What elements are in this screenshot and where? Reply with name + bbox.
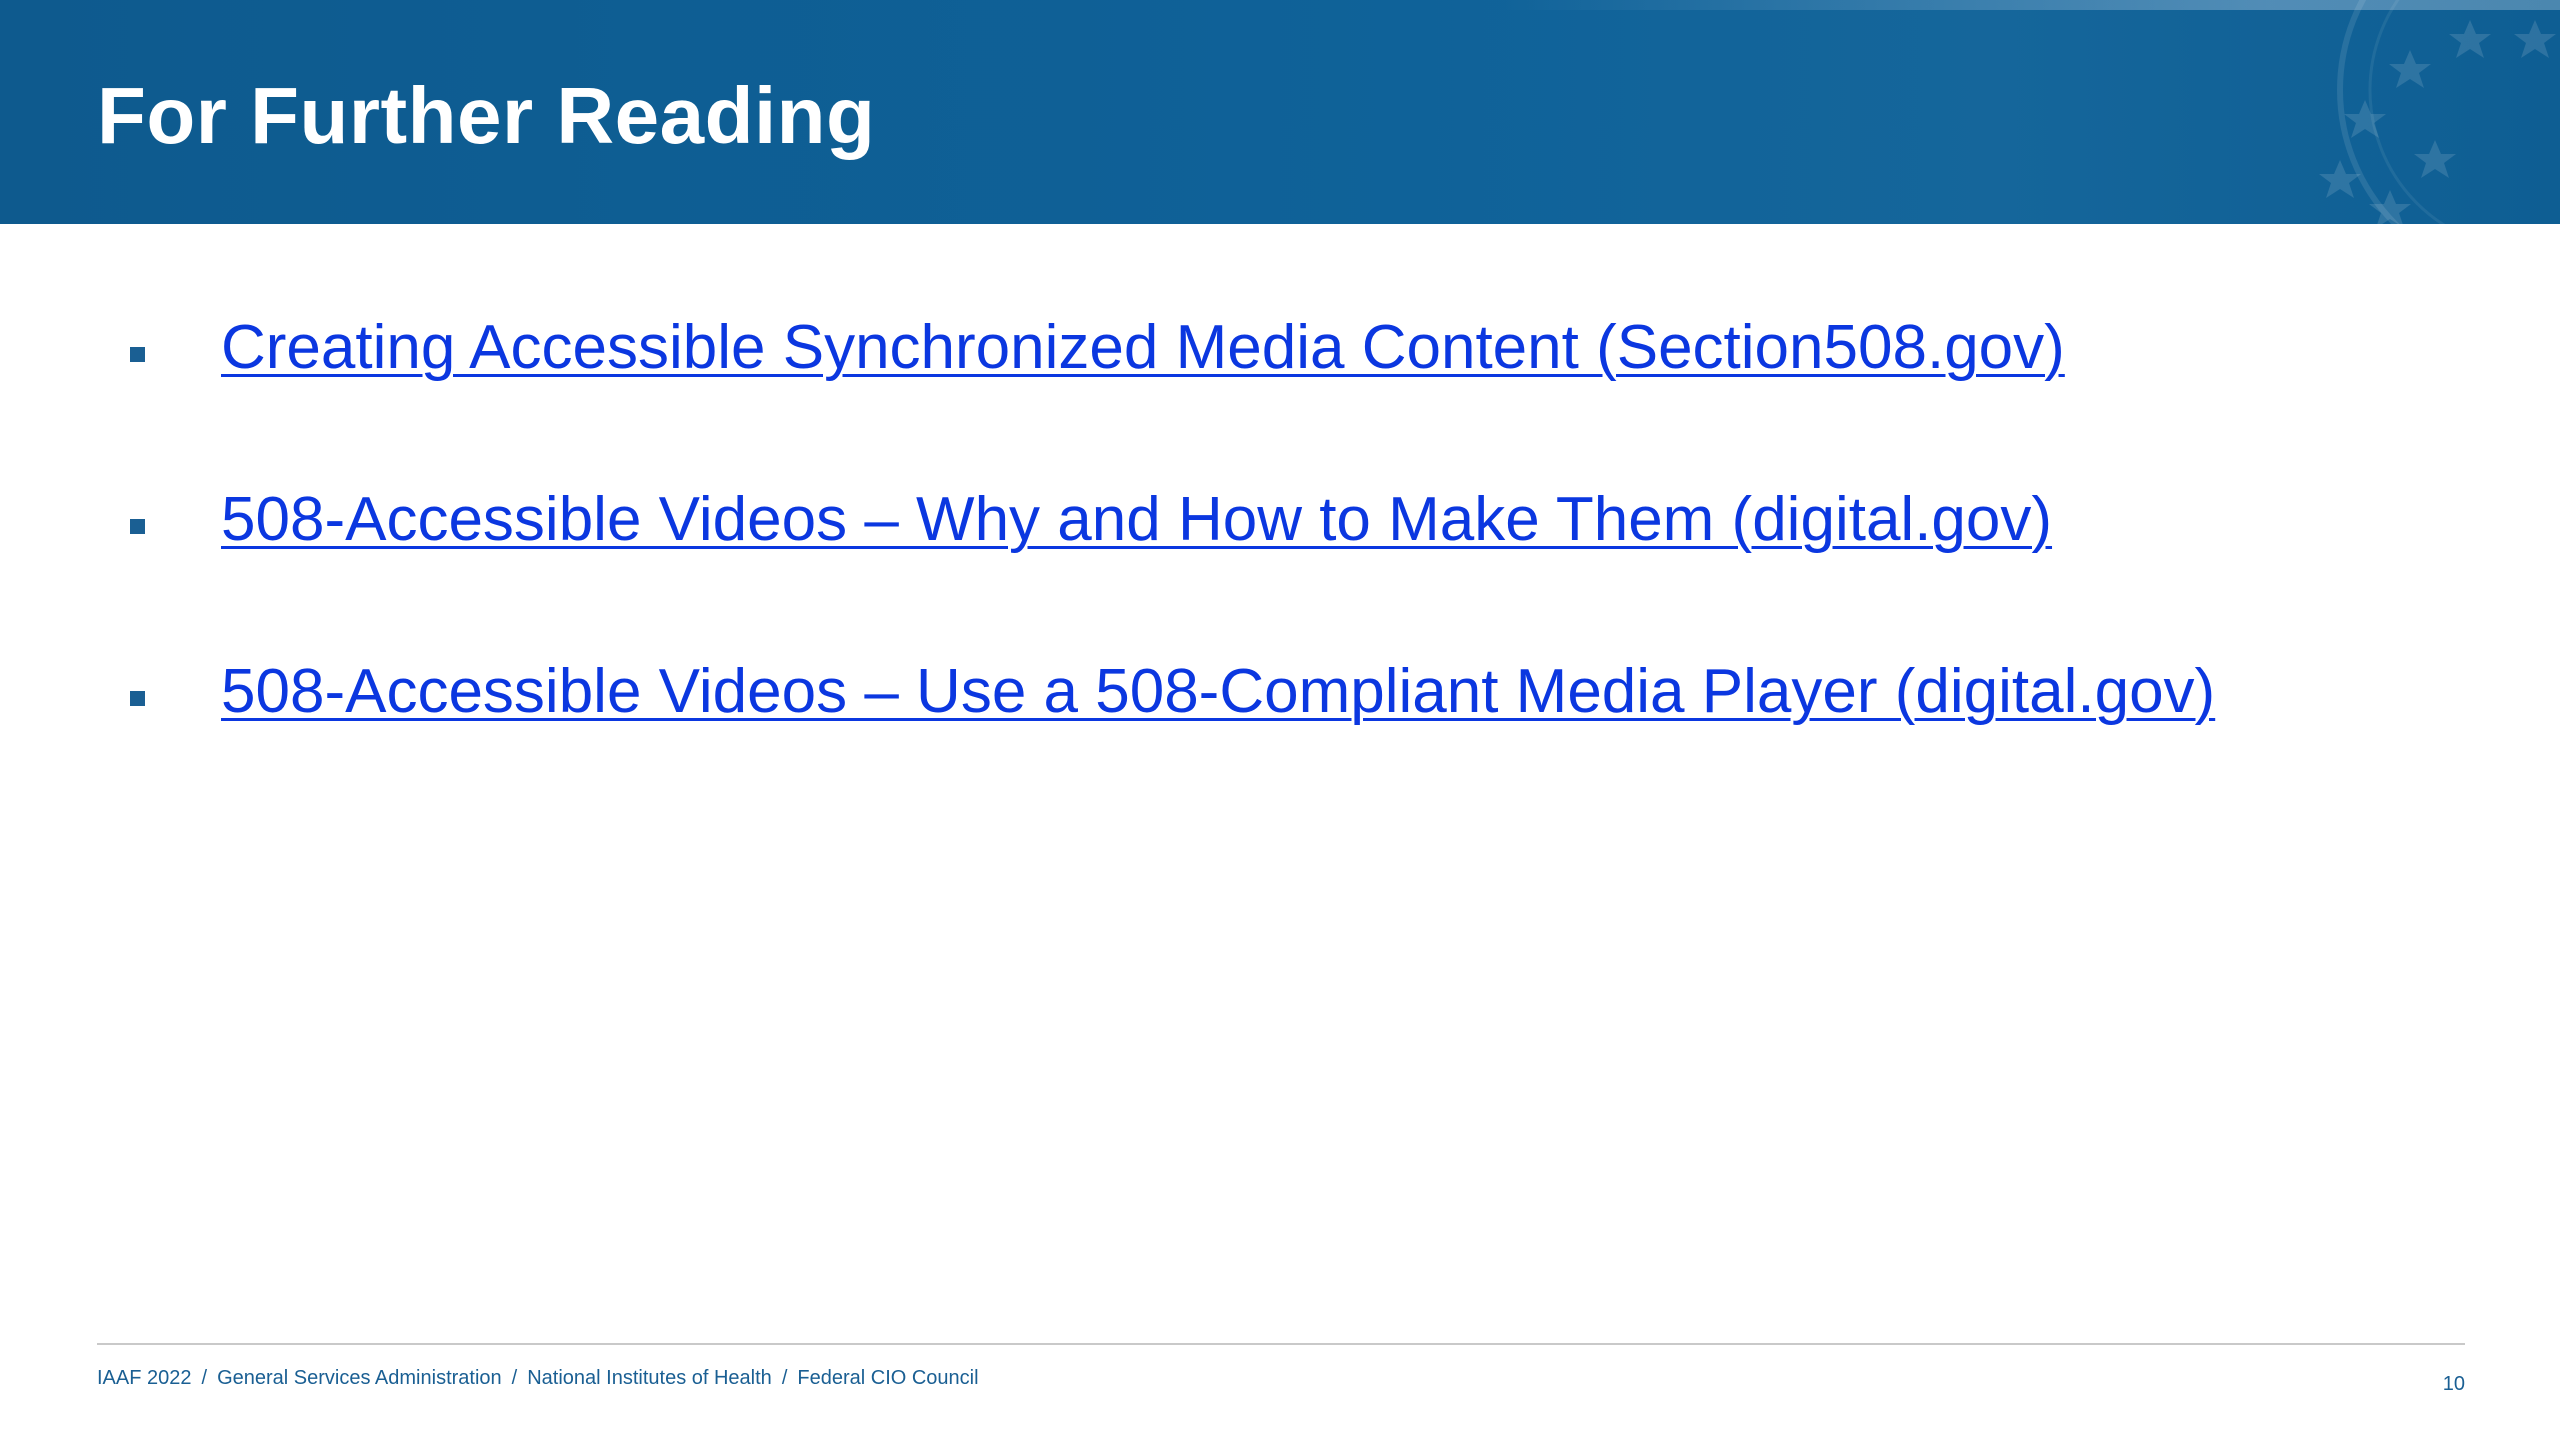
page-number: 10	[2442, 1373, 2465, 1395]
footer-separator: /	[781, 1367, 788, 1389]
header-band: For Further Reading	[0, 0, 2560, 224]
footer-item-event: IAAF 2022	[97, 1367, 192, 1389]
footer-separator: /	[511, 1367, 518, 1389]
link-508-accessible-videos-why-how[interactable]: 508-Accessible Videos – Why and How to M…	[221, 482, 2052, 558]
footer-divider	[97, 1343, 2465, 1345]
footer-item-cio-council: Federal CIO Council	[797, 1367, 979, 1389]
link-508-compliant-media-player[interactable]: 508-Accessible Videos – Use a 508-Compli…	[221, 654, 2215, 730]
square-bullet-icon	[130, 691, 145, 706]
footer-item-gsa: General Services Administration	[217, 1367, 502, 1389]
seal-stars-icon	[2319, 0, 2556, 224]
slide: For Further Reading Creating Accessible …	[0, 0, 2560, 1440]
reading-link-list: Creating Accessible Synchronized Media C…	[125, 310, 2215, 826]
footer-separator: /	[201, 1367, 208, 1389]
list-item: Creating Accessible Synchronized Media C…	[125, 310, 2215, 482]
link-creating-accessible-synchronized-media[interactable]: Creating Accessible Synchronized Media C…	[221, 310, 2065, 386]
square-bullet-icon	[130, 347, 145, 362]
slide-title: For Further Reading	[97, 71, 876, 160]
list-item: 508-Accessible Videos – Why and How to M…	[125, 482, 2215, 654]
list-item: 508-Accessible Videos – Use a 508-Compli…	[125, 654, 2215, 826]
square-bullet-icon	[130, 519, 145, 534]
footer-item-nih: National Institutes of Health	[527, 1367, 772, 1389]
footer-credits: IAAF 2022 / General Services Administratio…	[97, 1366, 979, 1390]
